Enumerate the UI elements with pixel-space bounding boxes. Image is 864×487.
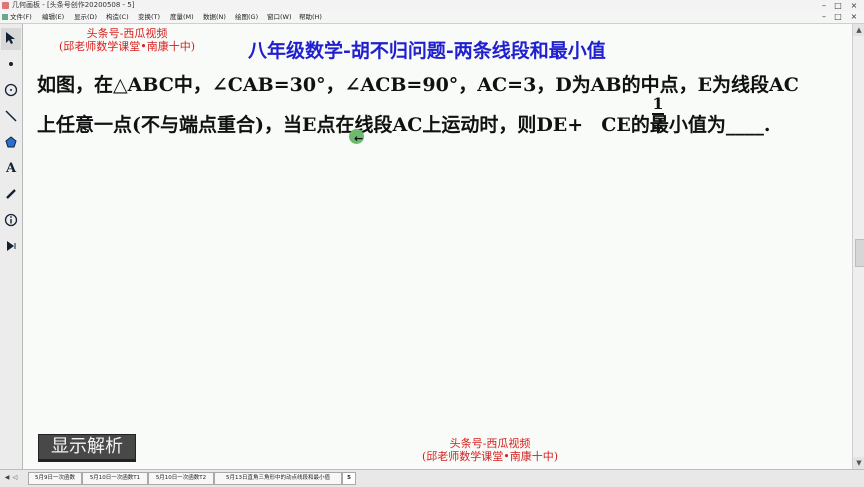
fraction-numerator: 1: [652, 94, 664, 113]
point-icon[interactable]: [1, 54, 21, 76]
answer-blank: ____.: [725, 114, 771, 136]
watermark-bottom-line1: 头条号-西瓜视频: [449, 437, 531, 450]
menu-data[interactable]: 数据(N): [203, 11, 226, 23]
problem-line-2-part-a: 上任意一点(不与端点重合)，当E点在线段AC上运动时，则DE+: [37, 114, 584, 136]
menu-transform[interactable]: 变换(T): [138, 11, 160, 23]
menu-measure[interactable]: 度量(M): [170, 11, 194, 23]
watermark-bottom: 头条号-西瓜视频 (邱老师数学课堂•南康十中): [390, 437, 590, 463]
fraction-denominator: 2: [652, 114, 664, 133]
menu-window[interactable]: 窗口(W): [267, 11, 292, 23]
close-button[interactable]: ×: [848, 0, 860, 11]
doc-minimize-button[interactable]: –: [818, 11, 830, 22]
tab-first-icon[interactable]: ◀: [4, 473, 10, 483]
scroll-thumb[interactable]: [855, 239, 864, 267]
page-tab-4[interactable]: 5月13日直角三角形中的动点线段和最小值: [214, 472, 342, 485]
vertical-scrollbar[interactable]: ▲ ▼: [852, 24, 864, 469]
tab-prev-icon[interactable]: ◁: [12, 473, 18, 483]
menu-help[interactable]: 帮助(H): [299, 11, 322, 23]
text-tool-icon[interactable]: A: [1, 158, 21, 180]
page-tab-bar: ◀ ◁ 5月9日一次函数 5月10日一次函数T1 5月10日一次函数T2 5月1…: [0, 469, 864, 487]
maximize-button[interactable]: □: [832, 0, 844, 11]
marker-pen-icon[interactable]: [1, 184, 21, 206]
menu-display[interactable]: 显示(D): [74, 11, 97, 23]
scroll-up-icon[interactable]: ▲: [853, 24, 864, 36]
menu-file[interactable]: 文件(F): [10, 11, 32, 23]
arrow-select-icon[interactable]: [1, 28, 21, 50]
show-analysis-button[interactable]: 显示解析: [38, 434, 136, 462]
compass-circle-icon[interactable]: [1, 80, 21, 102]
menu-graph[interactable]: 绘图(G): [235, 11, 258, 23]
menu-bar: 文件(F) 编辑(E) 显示(D) 构造(C) 变换(T) 度量(M) 数据(N…: [0, 11, 864, 24]
custom-tool-icon[interactable]: [1, 236, 21, 258]
toolbox: A: [0, 24, 23, 469]
info-icon[interactable]: [1, 210, 21, 232]
watermark-bottom-line2: (邱老师数学课堂•南康十中): [421, 450, 559, 464]
minimize-button[interactable]: –: [818, 0, 830, 11]
straightedge-line-icon[interactable]: [1, 106, 21, 128]
window-title: 几何画板 - [头条号创作20200508 - 5]: [12, 1, 135, 9]
page-tab-2[interactable]: 5月10日一次函数T1: [82, 472, 148, 485]
page-tab-3[interactable]: 5月10日一次函数T2: [148, 472, 214, 485]
doc-close-button[interactable]: ×: [848, 11, 860, 22]
page-tab-1[interactable]: 5月9日一次函数: [28, 472, 82, 485]
polygon-icon[interactable]: [1, 132, 21, 154]
doc-restore-button[interactable]: □: [832, 11, 844, 22]
menu-construct[interactable]: 构造(C): [106, 11, 129, 23]
app-icon: [2, 2, 9, 9]
watermark-top-line2: (邱老师数学课堂•南康十中): [58, 40, 196, 54]
document-icon: [2, 14, 8, 20]
page-tab-5[interactable]: 5: [342, 472, 356, 485]
fraction-one-half: 1 2: [651, 95, 665, 133]
window-titlebar: 几何画板 - [头条号创作20200508 - 5] – □ ×: [0, 0, 864, 11]
scroll-down-icon[interactable]: ▼: [853, 457, 864, 469]
watermark-top-line1: 头条号-西瓜视频: [86, 27, 168, 40]
page-title: 八年级数学-胡不归问题-两条线段和最小值: [248, 40, 606, 62]
problem-line-1: 如图，在△ABC中，∠CAB=30°，∠ACB=90°，AC=3，D为AB的中点…: [37, 74, 799, 96]
watermark-top: 头条号-西瓜视频 (邱老师数学课堂•南康十中): [38, 27, 216, 53]
menu-edit[interactable]: 编辑(E): [42, 11, 64, 23]
cursor-arrow-icon: ←: [354, 132, 364, 145]
